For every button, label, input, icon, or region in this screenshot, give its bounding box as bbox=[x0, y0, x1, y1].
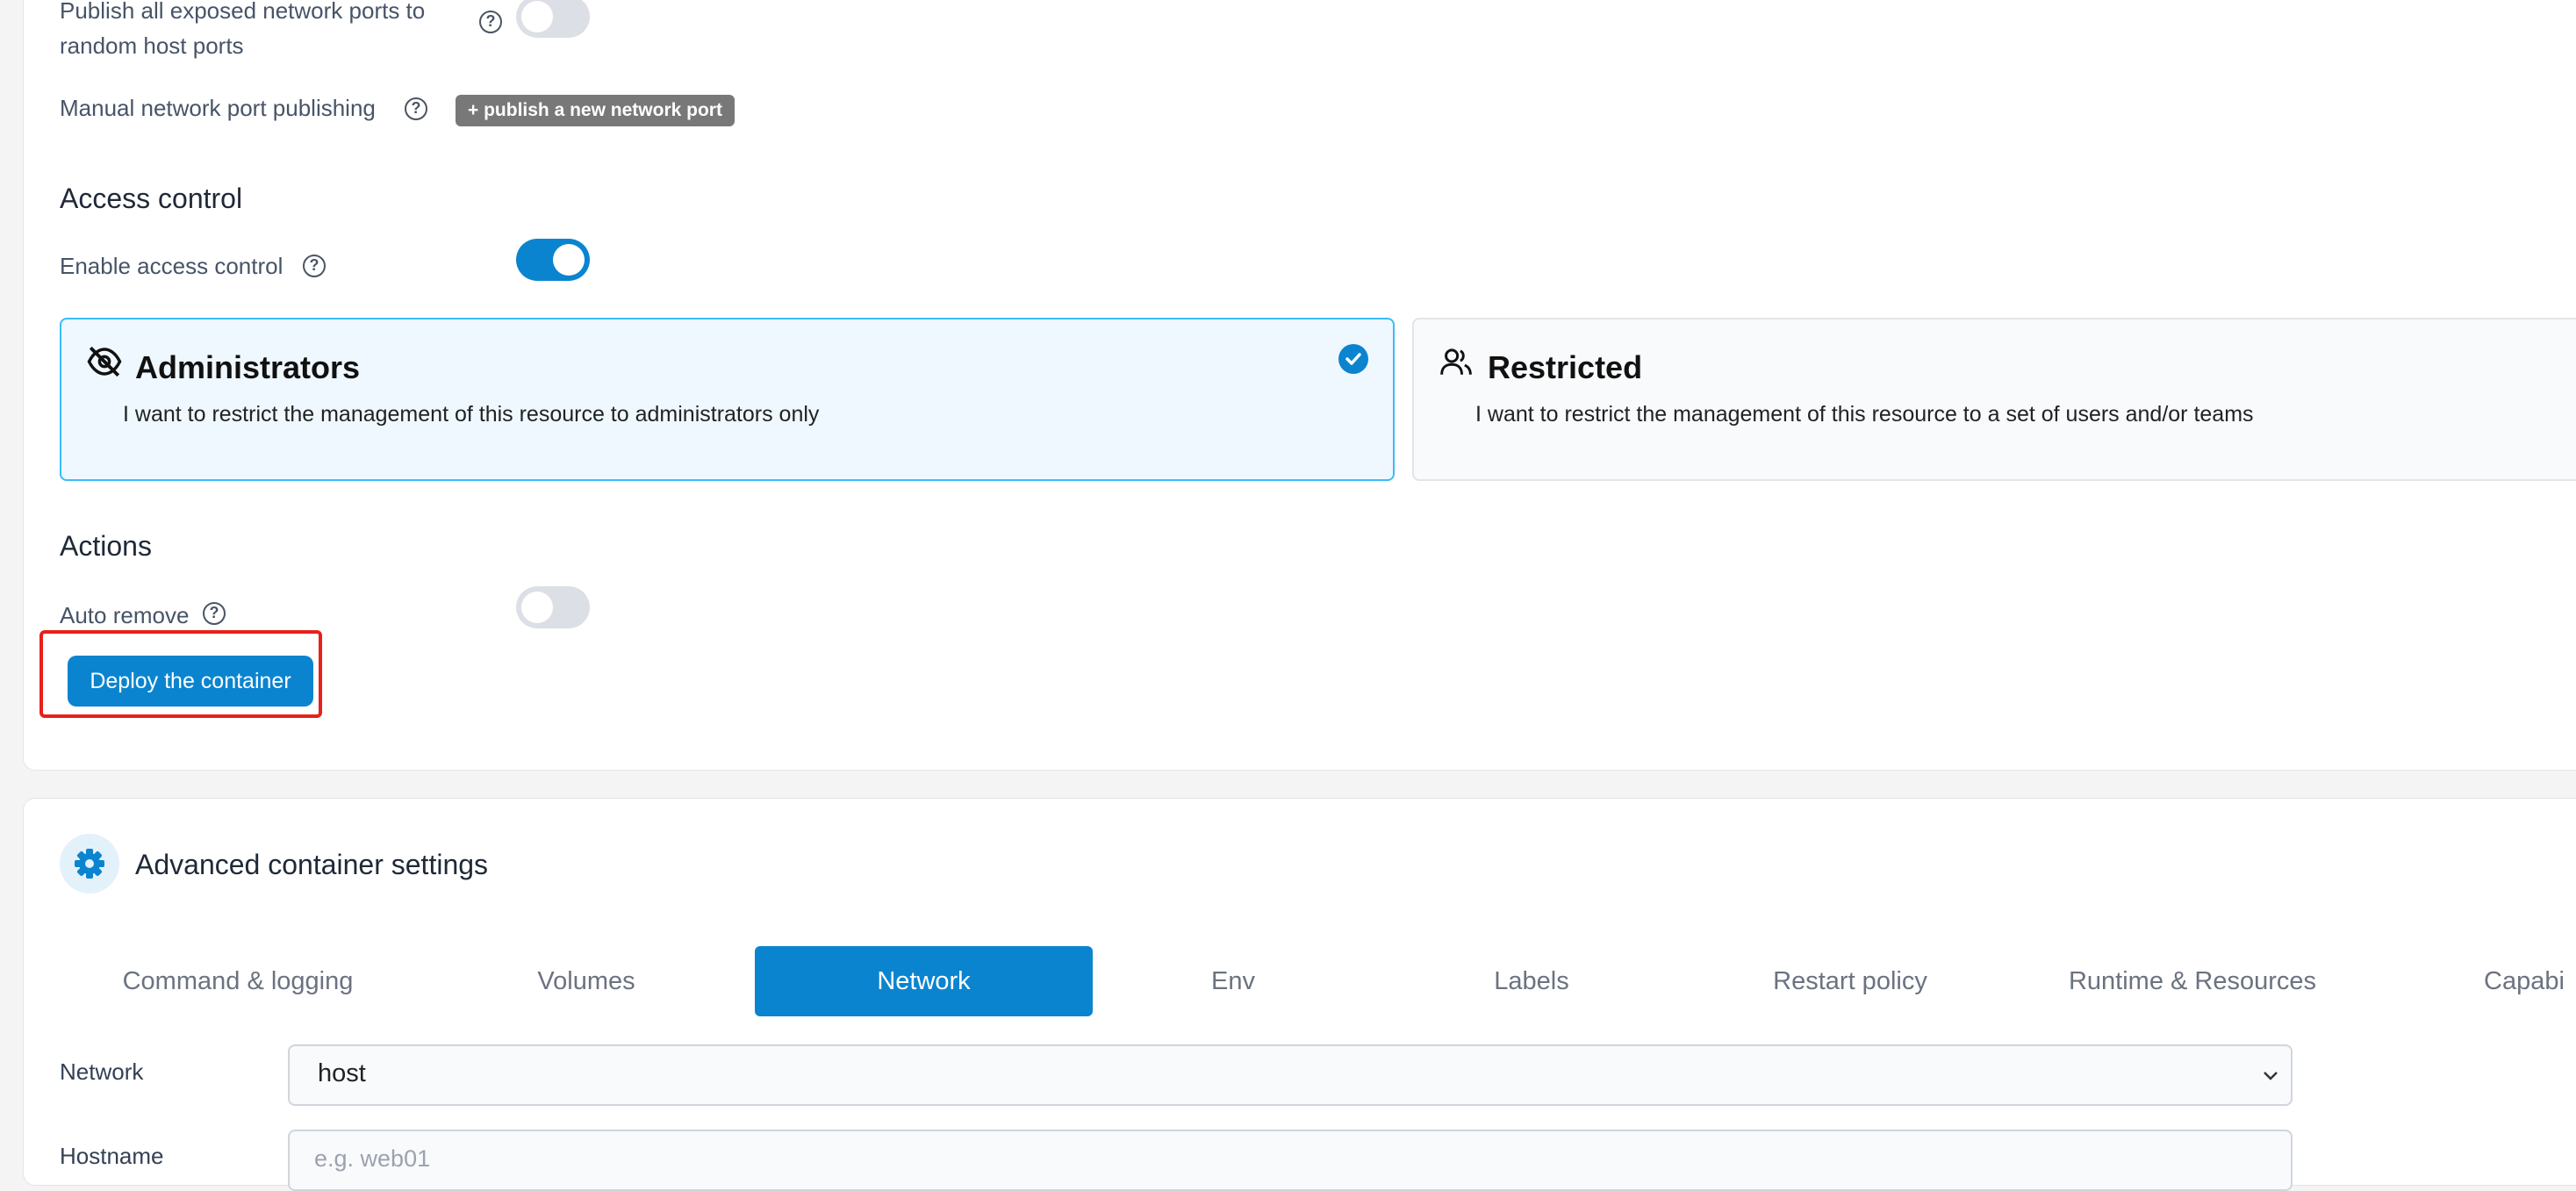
tab-volumes[interactable]: Volumes bbox=[456, 946, 716, 1016]
tab-capabilities[interactable]: Capabi bbox=[2484, 946, 2576, 1016]
access-control-title: Access control bbox=[60, 183, 243, 214]
tab-runtime-resources[interactable]: Runtime & Resources bbox=[2054, 946, 2331, 1016]
eye-slash-icon bbox=[87, 346, 122, 377]
toggle-knob bbox=[521, 592, 553, 623]
publish-new-port-button[interactable]: + publish a new network port bbox=[456, 95, 735, 126]
enable-access-control-toggle[interactable] bbox=[516, 239, 590, 281]
help-icon[interactable]: ? bbox=[203, 602, 226, 625]
tab-env[interactable]: Env bbox=[1132, 946, 1334, 1016]
auto-remove-toggle[interactable] bbox=[516, 586, 590, 628]
hostname-input[interactable]: e.g. web01 bbox=[288, 1130, 2293, 1191]
network-select[interactable]: host bbox=[288, 1044, 2293, 1106]
actions-title: Actions bbox=[60, 530, 152, 562]
restricted-description: I want to restrict the management of thi… bbox=[1475, 402, 2254, 427]
enable-access-control-label: Enable access control bbox=[60, 253, 283, 279]
restricted-title: Restricted bbox=[1488, 349, 1643, 385]
help-icon[interactable]: ? bbox=[405, 97, 427, 120]
chevron-down-icon bbox=[2264, 1072, 2278, 1080]
help-icon[interactable]: ? bbox=[303, 255, 326, 277]
network-select-value: host bbox=[318, 1059, 366, 1087]
toggle-knob bbox=[553, 244, 585, 276]
administrators-card[interactable]: Administrators I want to restrict the ma… bbox=[60, 318, 1395, 481]
gear-icon bbox=[60, 834, 119, 893]
hostname-placeholder: e.g. web01 bbox=[314, 1145, 431, 1172]
tab-labels[interactable]: Labels bbox=[1422, 946, 1641, 1016]
network-label: Network bbox=[60, 1058, 144, 1085]
publish-all-ports-label: Publish all exposed network ports to ran… bbox=[60, 0, 426, 59]
hostname-label: Hostname bbox=[60, 1143, 164, 1169]
manual-port-publishing-label: Manual network port publishing bbox=[60, 95, 376, 121]
users-icon bbox=[1440, 348, 1472, 375]
toggle-knob bbox=[521, 1, 553, 32]
administrators-title: Administrators bbox=[135, 349, 361, 385]
advanced-settings-title: Advanced container settings bbox=[135, 849, 489, 880]
help-icon[interactable]: ? bbox=[479, 11, 502, 33]
deploy-container-button[interactable]: Deploy the container bbox=[68, 656, 313, 707]
selected-check-icon bbox=[1338, 344, 1368, 374]
tab-network[interactable]: Network bbox=[755, 946, 1093, 1016]
restricted-card[interactable]: Restricted I want to restrict the manage… bbox=[1412, 318, 2576, 481]
tab-restart-policy[interactable]: Restart policy bbox=[1738, 946, 1962, 1016]
tab-command-logging[interactable]: Command & logging bbox=[84, 946, 391, 1016]
publish-all-ports-toggle[interactable] bbox=[516, 0, 590, 38]
auto-remove-label: Auto remove bbox=[60, 602, 190, 628]
administrators-description: I want to restrict the management of thi… bbox=[123, 402, 820, 427]
